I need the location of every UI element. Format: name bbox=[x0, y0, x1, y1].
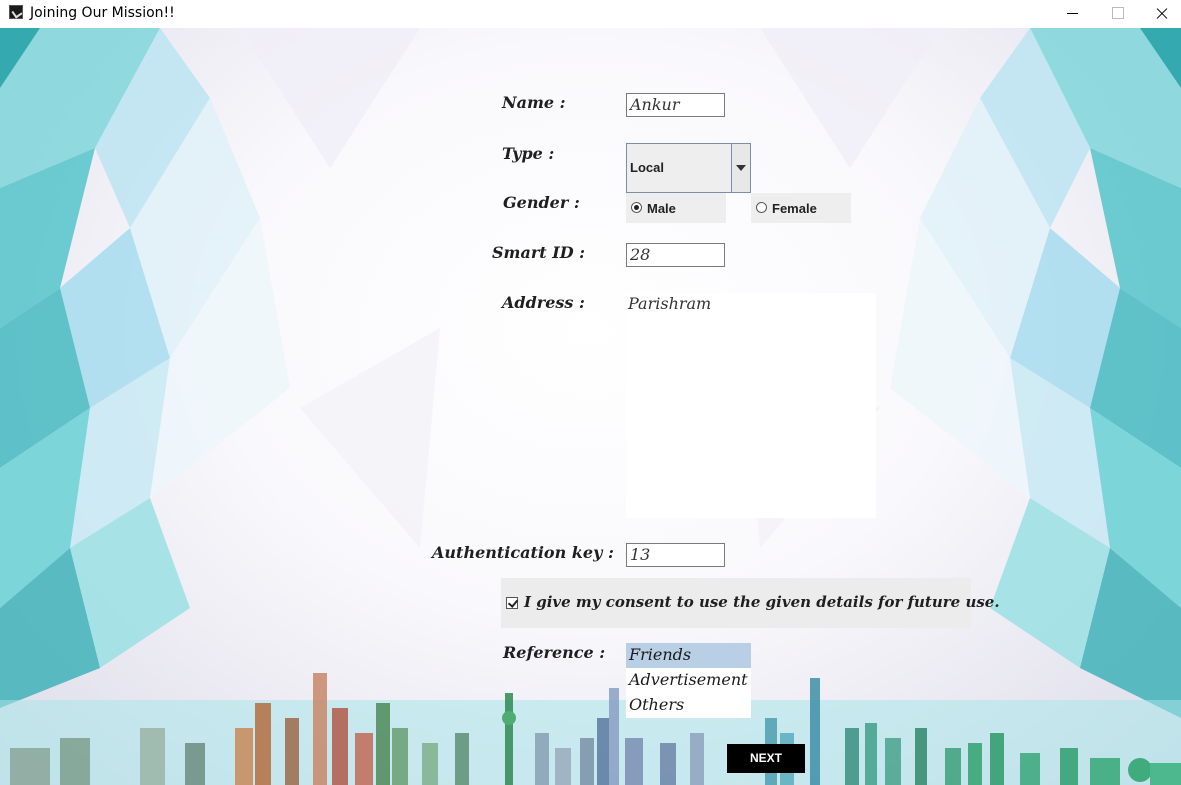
close-icon[interactable] bbox=[1139, 0, 1181, 28]
auth-key-label: Authentication key : bbox=[432, 543, 614, 562]
type-dropdown[interactable]: Local bbox=[626, 143, 751, 193]
radio-selected-icon bbox=[631, 202, 642, 213]
minimize-icon[interactable] bbox=[1050, 0, 1096, 28]
reference-list[interactable]: Friends Advertisement Others bbox=[626, 643, 751, 718]
crystal-background bbox=[0, 28, 1181, 785]
list-item[interactable]: Advertisement bbox=[626, 668, 751, 693]
app-icon bbox=[9, 5, 23, 19]
auth-key-field[interactable]: 13 bbox=[626, 543, 725, 567]
list-item[interactable]: Others bbox=[626, 693, 751, 718]
gender-female-label: Female bbox=[772, 201, 817, 216]
type-label: Type : bbox=[502, 144, 555, 163]
maximize-icon[interactable] bbox=[1094, 0, 1140, 28]
title-bar: Joining Our Mission!! bbox=[0, 0, 1181, 28]
window-title: Joining Our Mission!! bbox=[30, 5, 175, 21]
name-field[interactable]: Ankur bbox=[626, 93, 725, 117]
address-textarea[interactable]: Parishram bbox=[626, 293, 876, 518]
address-label: Address : bbox=[502, 293, 585, 312]
chevron-down-icon[interactable] bbox=[731, 144, 750, 192]
background-image bbox=[0, 28, 1181, 785]
type-selected-value: Local bbox=[630, 160, 664, 175]
consent-label: I give my consent to use the given detai… bbox=[524, 593, 1000, 611]
smart-id-label: Smart ID : bbox=[492, 243, 586, 262]
smart-id-field[interactable]: 28 bbox=[626, 243, 725, 267]
reference-label: Reference : bbox=[503, 643, 606, 662]
radio-unselected-icon bbox=[756, 202, 767, 213]
gender-male-label: Male bbox=[647, 201, 676, 216]
gender-radio-male[interactable]: Male bbox=[626, 193, 726, 223]
consent-checkbox-row[interactable]: I give my consent to use the given detai… bbox=[501, 578, 1000, 628]
name-label: Name : bbox=[502, 93, 566, 112]
gender-label: Gender : bbox=[503, 193, 580, 212]
gender-radio-female[interactable]: Female bbox=[751, 193, 851, 223]
next-button[interactable]: NEXT bbox=[727, 744, 805, 773]
list-item[interactable]: Friends bbox=[626, 643, 751, 668]
checkbox-checked-icon[interactable] bbox=[506, 597, 518, 609]
